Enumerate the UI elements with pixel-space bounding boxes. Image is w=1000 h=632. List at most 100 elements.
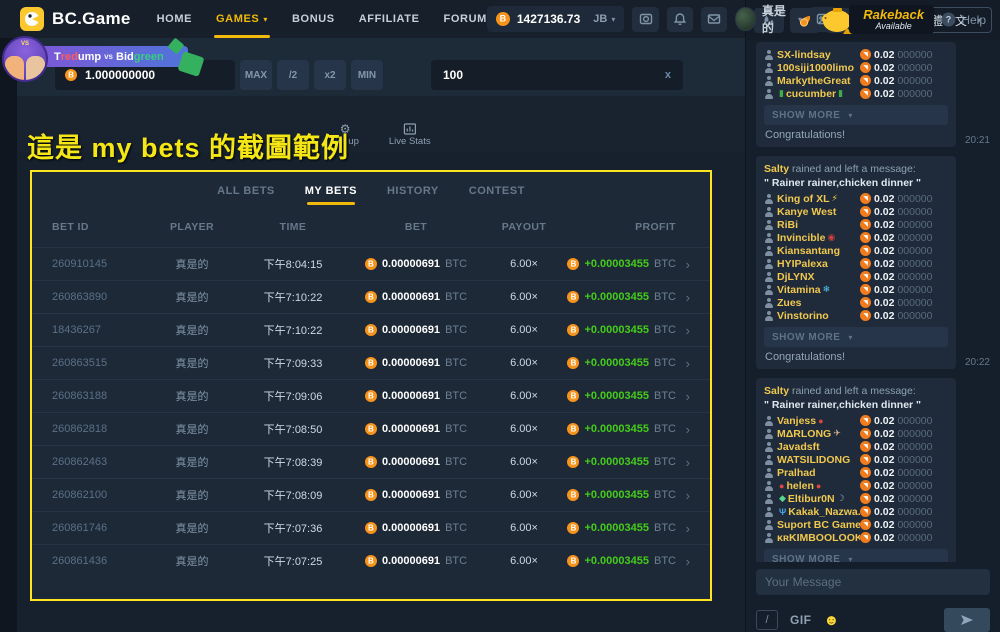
profit-currency: BTC [654, 357, 676, 369]
recipient-name[interactable]: Vitamina [777, 284, 821, 296]
nav-link-bonus[interactable]: BONUS [292, 0, 335, 38]
recipient-name[interactable]: helen [786, 480, 813, 492]
table-row[interactable]: 260861436真是的下午7:07:250.00000691BTC6.00×+… [32, 544, 710, 577]
user-menu[interactable]: 真是的 ▾ [735, 2, 802, 36]
currency-selector[interactable]: JB ▾ [593, 13, 615, 25]
chevron-right-icon[interactable]: › [686, 554, 690, 569]
chevron-right-icon[interactable]: › [686, 455, 690, 470]
tab-all-bets[interactable]: ALL BETS [217, 185, 275, 205]
table-row[interactable]: 260862463真是的下午7:08:390.00000691BTC6.00×+… [32, 445, 710, 478]
table-row[interactable]: 260862100真是的下午7:08:090.00000691BTC6.00×+… [32, 478, 710, 511]
chevron-right-icon[interactable]: › [686, 389, 690, 404]
recipient-name[interactable]: Kiansantang [777, 245, 840, 257]
recipient-name[interactable]: Kanye West [777, 206, 836, 218]
tab-history[interactable]: HISTORY [387, 185, 439, 205]
tab-my-bets[interactable]: MY BETS [305, 185, 357, 205]
chevron-right-icon[interactable]: › [686, 422, 690, 437]
player-cell: 真是的 [176, 553, 209, 569]
recipient-name[interactable]: HYIPalexa [777, 258, 828, 270]
bet-min-button[interactable]: MIN [351, 60, 383, 90]
recipient-name[interactable]: Pralhad [777, 467, 816, 479]
bet-amount: 0.00000691 [382, 291, 440, 303]
btc-coin-icon [365, 555, 377, 567]
nav-link-affiliate[interactable]: AFFILIATE [359, 0, 420, 38]
tab-contest[interactable]: CONTEST [469, 185, 525, 205]
recipient-name[interactable]: Vinstorino [777, 310, 829, 322]
banner-text: Bid [116, 51, 134, 63]
recipient-amount: 0.02000000 [860, 532, 948, 544]
recipient-name[interactable]: King of XL [777, 193, 830, 205]
rain-recipient-row: HYIPalexa0.02000000 [764, 257, 948, 270]
bet-max-button[interactable]: MAX [240, 60, 272, 90]
balance-pill[interactable]: 1427136.73 JB ▾ [487, 6, 624, 32]
recipient-name[interactable]: Zues [777, 297, 802, 309]
nav-link-forum[interactable]: FORUM [444, 0, 487, 38]
bet-div2-button[interactable]: /2 [277, 60, 309, 90]
recipient-info: ●helen● [764, 480, 860, 492]
recipient-amount: 0.02000000 [860, 310, 948, 322]
gif-button[interactable]: GIF [790, 613, 812, 627]
table-row[interactable]: 260910145真是的下午8:04:150.00000691BTC6.00×+… [32, 247, 710, 280]
show-more-button[interactable]: SHOW MORE▾ [764, 549, 948, 562]
recipient-name[interactable]: RiBi [777, 219, 798, 231]
vault-icon [639, 12, 653, 26]
table-row[interactable]: 260863188真是的下午7:09:060.00000691BTC6.00×+… [32, 379, 710, 412]
recipient-name[interactable]: Invincible [777, 232, 825, 244]
bet-x2-button[interactable]: x2 [314, 60, 346, 90]
event-banner[interactable]: TredumpvsBidgreen VS [2, 36, 212, 88]
table-row[interactable]: 260861746真是的下午7:07:360.00000691BTC6.00×+… [32, 511, 710, 544]
help-button[interactable]: ? Help [941, 12, 986, 27]
chat-message-block: Salty rained and left a message:" Rainer… [756, 378, 990, 562]
recipient-name[interactable]: Javadsft [777, 441, 820, 453]
recipient-name[interactable]: Kakak_Nazwa... [788, 506, 860, 518]
recipient-name[interactable]: 100siji1000limo [777, 62, 854, 74]
notifications-button[interactable] [667, 7, 693, 32]
recipient-name[interactable]: WATSILIDONG [777, 454, 850, 466]
table-row[interactable]: 260862818真是的下午7:08:500.00000691BTC6.00×+… [32, 412, 710, 445]
recipient-amount: 0.02000000 [860, 232, 948, 244]
chat-toolbar: / GIF ☻ [746, 601, 1000, 632]
payout-input[interactable]: 100 x [431, 60, 683, 90]
btc-coin-icon [567, 324, 579, 336]
recipient-name[interactable]: Suport BC Game [777, 519, 860, 531]
show-more-button[interactable]: SHOW MORE▾ [764, 105, 948, 125]
table-row[interactable]: 18436267真是的下午7:10:220.00000691BTC6.00×+0… [32, 313, 710, 346]
recipient-name[interactable]: cucumber [786, 88, 836, 100]
amount-bold: 0.02 [874, 441, 894, 453]
emoji-button[interactable]: ☻ [824, 613, 840, 628]
rain-recipient-row: Vanjess●0.02000000 [764, 414, 948, 427]
chevron-right-icon[interactable]: › [686, 488, 690, 503]
live-stats-button[interactable]: Live Stats [389, 123, 431, 147]
chevron-right-icon[interactable]: › [686, 521, 690, 536]
recipient-name[interactable]: SX-lindsay [777, 49, 831, 61]
recipient-name[interactable]: Vanjess [777, 415, 816, 427]
chevron-right-icon[interactable]: › [686, 257, 690, 272]
nav-link-games[interactable]: GAMES▾ [216, 0, 268, 38]
chat-messages[interactable]: SX-lindsay0.02000000100siji1000limo0.020… [746, 40, 1000, 562]
bet-currency: BTC [445, 390, 467, 402]
table-row[interactable]: 260863515真是的下午7:09:330.00000691BTC6.00×+… [32, 346, 710, 379]
nav-links: HOME GAMES▾ BONUS AFFILIATE FORUM [157, 0, 487, 38]
rakeback-title: Rakeback [863, 8, 924, 21]
messages-button[interactable] [701, 7, 727, 32]
rain-recipient-row: ▮cucumber▮0.02000000 [764, 87, 948, 100]
recipient-name[interactable]: ᴋʀKIMBOOLOOK [777, 532, 860, 544]
send-button[interactable] [944, 608, 990, 632]
show-more-button[interactable]: SHOW MORE▾ [764, 327, 948, 347]
rakeback-badge[interactable]: Rakeback Available [819, 2, 934, 36]
recipient-name[interactable]: MarkytheGreat [777, 75, 851, 87]
recipient-name[interactable]: Eltibur0N [788, 493, 835, 505]
recipient-name[interactable]: DjLYNX [777, 271, 815, 283]
rain-recipient-row: Zues0.02000000 [764, 296, 948, 309]
chevron-right-icon[interactable]: › [686, 323, 690, 338]
recipient-name[interactable]: MΔRLONG [777, 428, 831, 440]
brand[interactable]: BC.Game [20, 7, 131, 31]
chevron-right-icon[interactable]: › [686, 356, 690, 371]
chevron-right-icon[interactable]: › [686, 290, 690, 305]
rain-recipient-row: Suport BC Game0.02000000 [764, 518, 948, 531]
table-row[interactable]: 260863890真是的下午7:10:220.00000691BTC6.00×+… [32, 280, 710, 313]
nav-link-home[interactable]: HOME [157, 0, 192, 38]
vault-button[interactable] [632, 7, 658, 32]
chat-message-input[interactable] [756, 569, 990, 595]
slash-command-button[interactable]: / [756, 610, 778, 630]
